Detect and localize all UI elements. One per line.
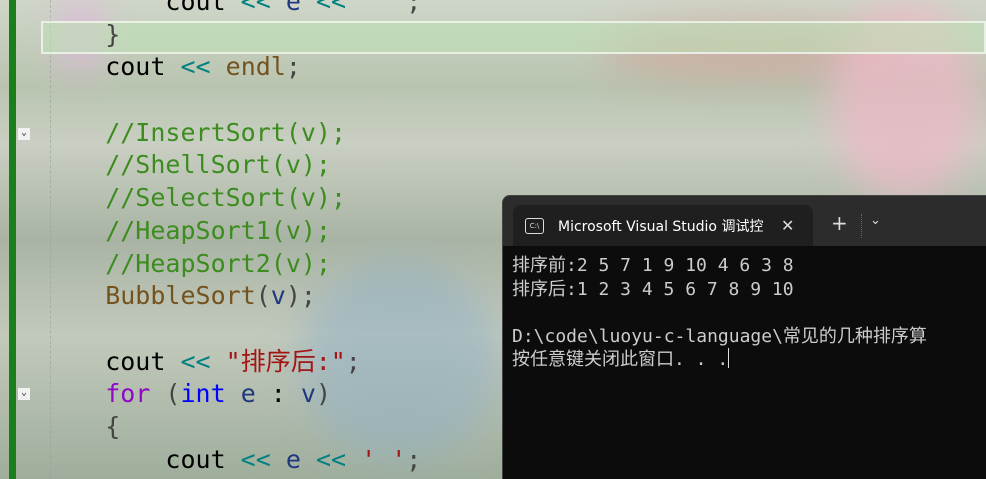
terminal-output: 排序前:2 5 7 1 9 10 4 6 3 8 排序后:1 2 3 4 5 6… bbox=[503, 246, 986, 372]
chevron-down-icon[interactable]: ⌄ bbox=[870, 213, 881, 228]
code-token: cout bbox=[45, 0, 241, 16]
code-token: { bbox=[45, 411, 121, 441]
code-token: v bbox=[300, 379, 316, 409]
divider bbox=[861, 214, 863, 238]
code-line: cout << endl; bbox=[45, 51, 421, 84]
code-token: ; bbox=[406, 0, 422, 16]
terminal-window[interactable]: C:\ Microsoft Visual Studio 调试控 ✕ + ⌄ 排序… bbox=[502, 195, 986, 479]
code-line: cout << "排序后:"; bbox=[45, 346, 421, 379]
code-token: v bbox=[270, 281, 286, 311]
code-token: endl bbox=[225, 52, 286, 82]
code-token: ; bbox=[285, 52, 301, 82]
fold-chevron-icon[interactable]: ⌄ bbox=[18, 128, 30, 140]
code-token: << bbox=[180, 52, 211, 82]
tab-title: Microsoft Visual Studio 调试控 bbox=[558, 218, 763, 235]
code-token: e bbox=[285, 444, 301, 474]
code-line: //ShellSort(v); bbox=[45, 149, 421, 182]
code-token: } bbox=[45, 19, 121, 49]
code-token: e bbox=[240, 379, 256, 409]
code-token: ( bbox=[255, 281, 271, 311]
terminal-tab-bar: C:\ Microsoft Visual Studio 调试控 ✕ + ⌄ bbox=[503, 196, 986, 246]
prompt-text: 按任意键关闭此窗口. . . bbox=[512, 349, 729, 370]
code-token: ' ' bbox=[361, 0, 407, 16]
code-token: ; bbox=[345, 346, 361, 376]
code-line: //HeapSort2(v); bbox=[45, 248, 421, 281]
console-icon: C:\ bbox=[525, 217, 544, 234]
code-token: cout bbox=[45, 52, 181, 82]
output-line: 按任意键关闭此窗口. . . bbox=[512, 348, 986, 372]
code-line: //SelectSort(v); bbox=[45, 182, 421, 215]
code-token: //HeapSort2(v); bbox=[45, 248, 331, 278]
code-token: cout bbox=[45, 346, 181, 376]
code-token: ) bbox=[315, 379, 332, 409]
code-token: ); bbox=[285, 281, 316, 311]
code-token: //ShellSort(v); bbox=[45, 150, 331, 180]
output-line: D:\code\luoyu-c-language\常见的几种排序算 bbox=[512, 325, 927, 347]
text-cursor bbox=[728, 348, 730, 368]
code-token: ' ' bbox=[361, 444, 407, 474]
code-token: "排序后:" bbox=[225, 346, 346, 376]
code-token: << bbox=[240, 0, 271, 16]
output-line: 排序前:2 5 7 1 9 10 4 6 3 8 bbox=[512, 255, 794, 276]
code-token: BubbleSort bbox=[45, 281, 256, 311]
code-token: << bbox=[180, 346, 211, 376]
code-line: { bbox=[45, 411, 421, 444]
output-line: 排序后:1 2 3 4 5 6 7 8 9 10 bbox=[512, 278, 794, 300]
code-token: cout bbox=[45, 444, 241, 474]
code-token: << bbox=[240, 444, 271, 474]
code-token: //HeapSort1(v); bbox=[45, 215, 331, 245]
code-line: //HeapSort1(v); bbox=[45, 215, 421, 248]
code-line: cout << e << ' '; bbox=[45, 444, 421, 477]
code-token: e bbox=[285, 0, 301, 16]
code-line: } bbox=[45, 19, 421, 52]
close-icon[interactable]: ✕ bbox=[781, 216, 794, 235]
code-token: << bbox=[315, 444, 347, 474]
fold-chevron-icon[interactable]: ⌄ bbox=[18, 388, 30, 400]
code-line: //InsertSort(v); bbox=[45, 117, 421, 150]
code-editor[interactable]: cout << e << ' '; } cout << endl; //Inse… bbox=[45, 0, 421, 476]
terminal-tab[interactable]: C:\ Microsoft Visual Studio 调试控 ✕ bbox=[513, 205, 813, 246]
code-token: //InsertSort(v); bbox=[45, 117, 347, 147]
code-token: //SelectSort(v); bbox=[45, 183, 347, 213]
code-token: ( bbox=[150, 379, 181, 409]
code-token: << bbox=[315, 0, 347, 16]
code-token: for bbox=[45, 379, 151, 409]
new-tab-button[interactable]: + bbox=[831, 211, 848, 235]
code-line: for (int e : v) bbox=[45, 378, 421, 411]
change-indicator-bar bbox=[9, 0, 16, 479]
code-token: : bbox=[255, 379, 301, 409]
code-token: int bbox=[180, 379, 226, 409]
code-line: BubbleSort(v); bbox=[45, 280, 421, 313]
code-line: cout << e << ' '; bbox=[45, 0, 421, 19]
code-token: ; bbox=[406, 444, 422, 474]
